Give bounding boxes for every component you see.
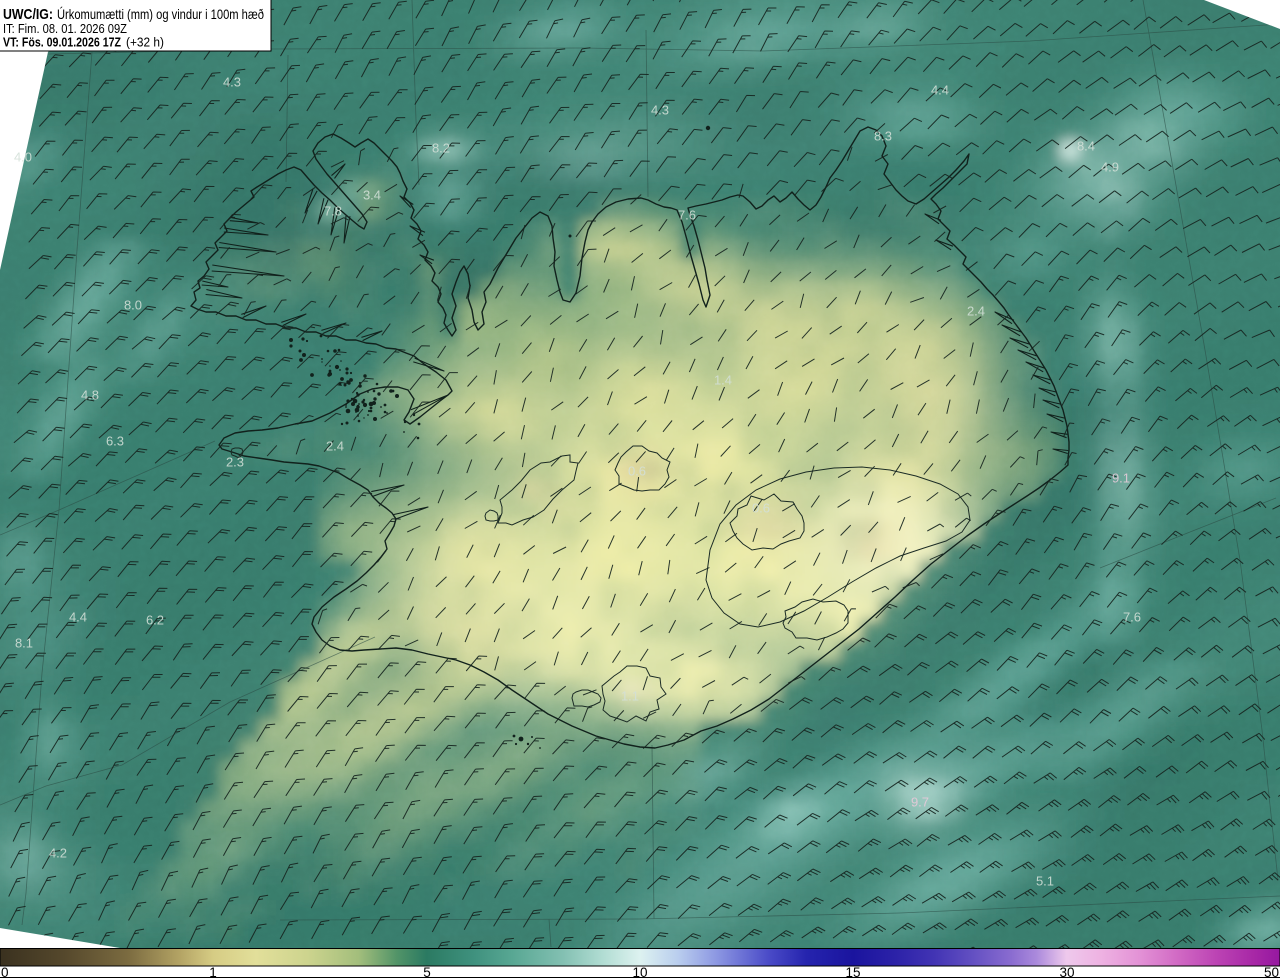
svg-text:8.1: 8.1 (15, 636, 33, 651)
svg-text:IT: Fim. 08. 01. 2026 09Z: IT: Fim. 08. 01. 2026 09Z (3, 22, 127, 36)
svg-text:0.6: 0.6 (628, 464, 646, 479)
svg-text:30: 30 (1059, 965, 1074, 978)
svg-text:8.2: 8.2 (432, 141, 450, 156)
svg-text:4.9: 4.9 (1101, 160, 1119, 175)
svg-text:7.8: 7.8 (324, 204, 342, 219)
svg-text:9.7: 9.7 (911, 795, 929, 810)
svg-text:6.3: 6.3 (106, 434, 124, 449)
svg-text:4.8: 4.8 (81, 388, 99, 403)
svg-text:50: 50 (1264, 965, 1279, 978)
svg-text:4.4: 4.4 (931, 83, 949, 98)
svg-text:2.3: 2.3 (226, 455, 244, 470)
svg-text:8.0: 8.0 (124, 298, 142, 313)
svg-text:5.1: 5.1 (1036, 874, 1054, 889)
svg-text:1.1: 1.1 (621, 689, 639, 704)
svg-text:2.4: 2.4 (326, 439, 344, 454)
svg-text:15: 15 (845, 965, 860, 978)
svg-text:7.6: 7.6 (1123, 610, 1141, 625)
svg-text:4.0: 4.0 (14, 150, 32, 165)
svg-text:4.2: 4.2 (49, 846, 67, 861)
svg-text:5: 5 (423, 965, 431, 978)
svg-text:2.4: 2.4 (967, 304, 985, 319)
svg-text:0: 0 (1, 965, 9, 978)
svg-text:8.4: 8.4 (1077, 139, 1095, 154)
svg-text:8.3: 8.3 (874, 129, 892, 144)
svg-text:4.3: 4.3 (651, 103, 669, 118)
svg-text:VT: Fös. 09.01.2026 17Z(+32 h): VT: Fös. 09.01.2026 17Z (+32 h) (3, 36, 164, 50)
svg-text:1: 1 (209, 965, 217, 978)
svg-text:6.2: 6.2 (146, 613, 164, 628)
svg-text:4.4: 4.4 (69, 610, 87, 625)
svg-text:4.3: 4.3 (223, 75, 241, 90)
svg-text:10: 10 (632, 965, 647, 978)
svg-text:0.6: 0.6 (752, 501, 770, 516)
svg-text:1.4: 1.4 (714, 373, 732, 388)
svg-text:3.4: 3.4 (363, 188, 381, 203)
svg-text:9.1: 9.1 (1112, 471, 1130, 486)
svg-text:UWC/IG:Úrkomumætti (mm) og vin: UWC/IG: Úrkomumætti (mm) og vindur i 100m… (3, 6, 264, 23)
svg-text:7.6: 7.6 (678, 208, 696, 223)
